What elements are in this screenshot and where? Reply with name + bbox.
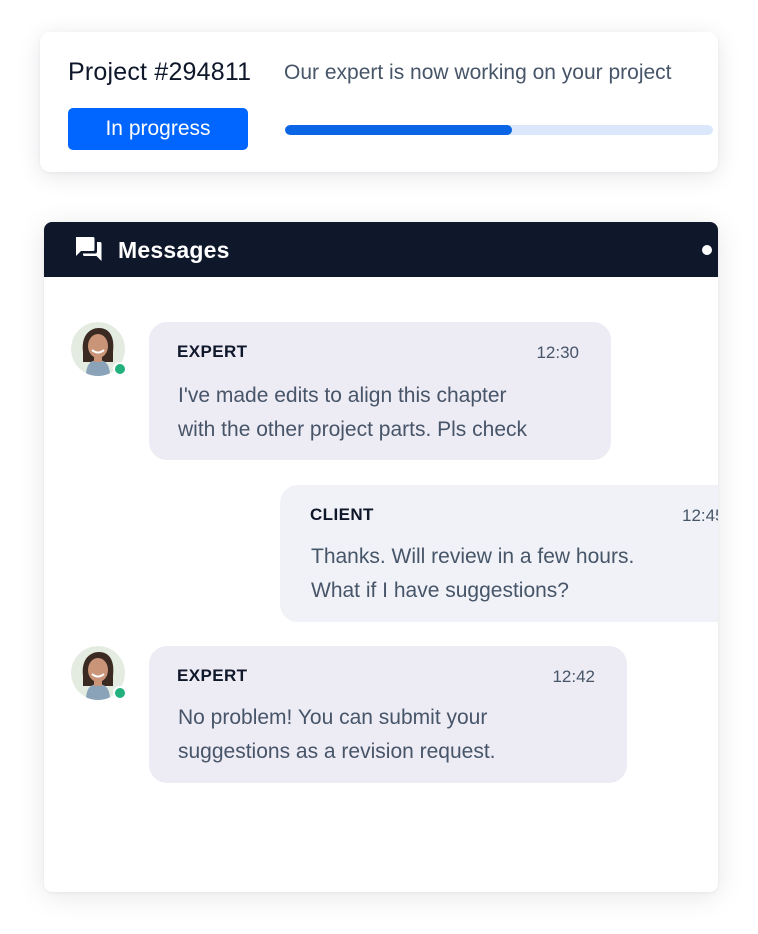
expert-avatar xyxy=(71,322,127,376)
message-bubble-expert: EXPERT 12:42 No problem! You can submit … xyxy=(149,646,627,783)
message-sender: CLIENT xyxy=(310,505,374,524)
online-status-dot xyxy=(113,362,127,376)
project-card: Project #294811 Our expert is now workin… xyxy=(40,32,718,172)
message-sender: EXPERT xyxy=(177,342,248,361)
message-line: I've made edits to align this chapter xyxy=(178,384,507,407)
message-line: What if I have suggestions? xyxy=(311,579,569,602)
progress-bar-fill xyxy=(285,125,512,135)
project-title: Project #294811 xyxy=(68,58,252,86)
progress-bar xyxy=(285,125,713,135)
message-bubble-client: CLIENT 12:45 Thanks. Will review in a fe… xyxy=(280,485,718,622)
header-menu-dot[interactable] xyxy=(702,245,712,255)
online-status-dot xyxy=(113,686,127,700)
message-time: 12:45 xyxy=(682,506,718,525)
message-text: I've made edits to align this chapter wi… xyxy=(178,379,527,447)
messages-title: Messages xyxy=(118,237,230,263)
message-text: No problem! You can submit your suggesti… xyxy=(178,701,496,769)
project-description: Our expert is now working on your projec… xyxy=(284,61,672,84)
message-time: 12:30 xyxy=(536,343,579,362)
status-badge[interactable]: In progress xyxy=(68,108,248,150)
message-sender: EXPERT xyxy=(177,666,248,685)
message-line: suggestions as a revision request. xyxy=(178,740,496,763)
messages-header: Messages xyxy=(44,222,718,277)
message-line: No problem! You can submit your xyxy=(178,706,488,729)
message-bubble-expert: EXPERT 12:30 I've made edits to align th… xyxy=(149,322,611,460)
expert-avatar xyxy=(71,646,127,700)
message-line: Thanks. Will review in a few hours. xyxy=(311,545,635,568)
message-time: 12:42 xyxy=(552,667,595,686)
messages-panel: Messages EXPERT 12:30 I've made edits to… xyxy=(44,222,718,892)
message-line: with the other project parts. Pls check xyxy=(178,418,527,441)
chat-bubbles-icon xyxy=(76,237,102,261)
message-text: Thanks. Will review in a few hours. What… xyxy=(311,540,634,608)
